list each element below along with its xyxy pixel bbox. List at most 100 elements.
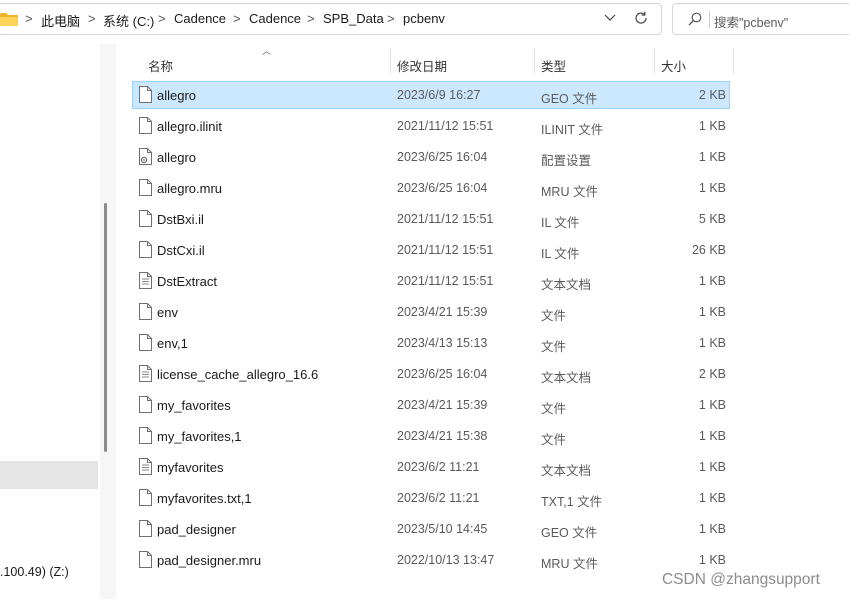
column-header-size[interactable]: 大小 <box>655 48 733 76</box>
file-type: 文件 <box>541 340 567 354</box>
file-modified: 2023/6/2 11:21 <box>397 491 480 505</box>
file-name: allegro <box>157 150 197 165</box>
file-type: 配置设置 <box>541 154 592 168</box>
column-header-modified[interactable]: 修改日期 <box>391 48 534 76</box>
file-icon <box>139 303 152 320</box>
file-name: DstExtract <box>157 274 217 289</box>
file-modified: 2023/4/21 15:39 <box>397 305 488 319</box>
file-name: DstCxi.il <box>157 243 205 258</box>
file-row[interactable]: allegro.ilinit 2021/11/12 15:51 ILINIT 文件 1… <box>133 113 729 139</box>
file-type: ILINIT 文件 <box>541 123 604 137</box>
search-divider <box>709 11 710 28</box>
pane-divider <box>100 44 116 599</box>
file-size: 2 KB <box>698 367 726 381</box>
file-row[interactable]: env 2023/4/21 15:39 文件 1 KB <box>133 299 729 325</box>
file-type: 文本文档 <box>541 278 592 292</box>
file-icon <box>139 210 152 227</box>
file-icon <box>139 334 152 351</box>
file-row[interactable]: env,1 2023/4/13 15:13 文件 1 KB <box>133 330 729 356</box>
file-type: MRU 文件 <box>541 185 598 199</box>
file-size: 2 KB <box>698 88 726 102</box>
file-name: myfavorites <box>157 460 224 475</box>
column-header-label: 名称 <box>148 60 174 74</box>
file-row[interactable]: my_favorites,1 2023/4/21 15:38 文件 1 KB <box>133 423 729 449</box>
address-bar: > 此电脑 > 系统 (C:) > Cadence > Cadence > SP… <box>0 0 849 40</box>
file-name: pad_designer <box>157 522 236 537</box>
chevron-down-icon[interactable] <box>603 10 617 24</box>
file-modified: 2021/11/12 15:51 <box>397 243 494 257</box>
refresh-icon[interactable] <box>633 10 649 26</box>
file-row[interactable]: allegro.mru 2023/6/25 16:04 MRU 文件 1 KB <box>133 175 729 201</box>
file-row[interactable]: license_cache_allegro_16.6 2023/6/25 16:0… <box>133 361 729 387</box>
file-icon <box>139 520 152 537</box>
file-type: TXT,1 文件 <box>541 495 603 509</box>
search-input[interactable]: 搜索"pcbenv" <box>714 12 788 31</box>
file-name: allegro.mru <box>157 181 223 196</box>
folder-icon <box>0 13 18 26</box>
file-size: 5 KB <box>698 212 726 226</box>
file-size: 1 KB <box>698 181 726 195</box>
file-row[interactable]: pad_designer.mru 2022/10/13 13:47 MRU 文件 1 … <box>133 547 729 573</box>
breadcrumb-separator: > <box>387 11 395 26</box>
file-row[interactable]: allegro 2023/6/9 16:27 GEO 文件 2 KB <box>132 81 730 109</box>
breadcrumb-cadence[interactable]: Cadence <box>174 11 226 26</box>
file-name: DstBxi.il <box>157 212 204 227</box>
file-modified: 2023/6/25 16:04 <box>397 150 488 164</box>
nav-item-selected[interactable] <box>0 461 98 489</box>
file-modified: 2023/6/25 16:04 <box>397 181 488 195</box>
column-header-name[interactable]: 名称 <box>133 48 390 76</box>
search-icon <box>688 12 702 26</box>
file-icon <box>139 489 152 506</box>
text-file-icon <box>139 272 152 289</box>
column-header-label: 大小 <box>661 60 687 74</box>
breadcrumb-system-c[interactable]: 系统 (C:) <box>103 11 154 30</box>
breadcrumb-this-pc[interactable]: 此电脑 <box>41 11 80 30</box>
file-row[interactable]: myfavorites.txt,1 2023/6/2 11:21 TXT,1 文件 1… <box>133 485 729 511</box>
breadcrumb-spb-data[interactable]: SPB_Data <box>323 11 384 26</box>
file-modified: 2022/10/13 13:47 <box>397 553 495 567</box>
file-type: 文件 <box>541 402 567 416</box>
file-row[interactable]: myfavorites 2023/6/2 11:21 文本文档 1 KB <box>133 454 729 480</box>
file-modified: 2021/11/12 15:51 <box>397 119 494 133</box>
breadcrumb-cadence-2[interactable]: Cadence <box>249 11 301 26</box>
file-size: 1 KB <box>698 305 726 319</box>
scrollbar-thumb[interactable] <box>104 203 107 452</box>
search-box[interactable]: 搜索"pcbenv" <box>672 3 849 35</box>
file-modified: 2023/4/13 15:13 <box>397 336 488 350</box>
column-header-label: 修改日期 <box>397 60 448 74</box>
file-size: 1 KB <box>698 460 726 474</box>
file-type: IL 文件 <box>541 247 580 261</box>
column-header-type[interactable]: 类型 <box>535 48 654 76</box>
file-type: 文件 <box>541 309 567 323</box>
file-type: 文本文档 <box>541 371 592 385</box>
file-icon <box>139 241 152 258</box>
text-file-icon <box>139 458 152 475</box>
file-row[interactable]: DstExtract 2021/11/12 15:51 文本文档 1 KB <box>133 268 729 294</box>
column-divider[interactable] <box>733 48 734 74</box>
file-size: 26 KB <box>691 243 726 257</box>
file-icon <box>139 551 152 568</box>
file-row[interactable]: pad_designer 2023/5/10 14:45 GEO 文件 1 KB <box>133 516 729 542</box>
text-file-icon <box>139 365 152 382</box>
file-modified: 2023/6/9 16:27 <box>397 88 481 102</box>
navigation-pane: .100.49) (Z:) <box>0 40 100 599</box>
file-modified: 2023/4/21 15:39 <box>397 398 488 412</box>
file-size: 1 KB <box>698 522 726 536</box>
file-icon <box>139 86 152 103</box>
file-row[interactable]: DstBxi.il 2021/11/12 15:51 IL 文件 5 KB <box>133 206 729 232</box>
file-row[interactable]: DstCxi.il 2021/11/12 15:51 IL 文件 26 KB <box>133 237 729 263</box>
file-type: MRU 文件 <box>541 557 598 571</box>
file-row[interactable]: allegro 2023/6/25 16:04 配置设置 1 KB <box>133 144 729 170</box>
breadcrumb-pcbenv[interactable]: pcbenv <box>403 11 445 26</box>
file-size: 1 KB <box>698 336 726 350</box>
file-name: license_cache_allegro_16.6 <box>157 367 319 382</box>
file-type: GEO 文件 <box>541 92 598 106</box>
file-name: my_favorites,1 <box>157 429 242 444</box>
file-name: env <box>157 305 178 320</box>
breadcrumb-separator: > <box>158 11 166 26</box>
file-size: 1 KB <box>698 553 726 567</box>
watermark: CSDN @zhangsupport <box>662 571 820 588</box>
nav-item-network-drive[interactable]: .100.49) (Z:) <box>0 565 69 579</box>
file-modified: 2023/4/21 15:38 <box>397 429 488 443</box>
file-row[interactable]: my_favorites 2023/4/21 15:39 文件 1 KB <box>133 392 729 418</box>
